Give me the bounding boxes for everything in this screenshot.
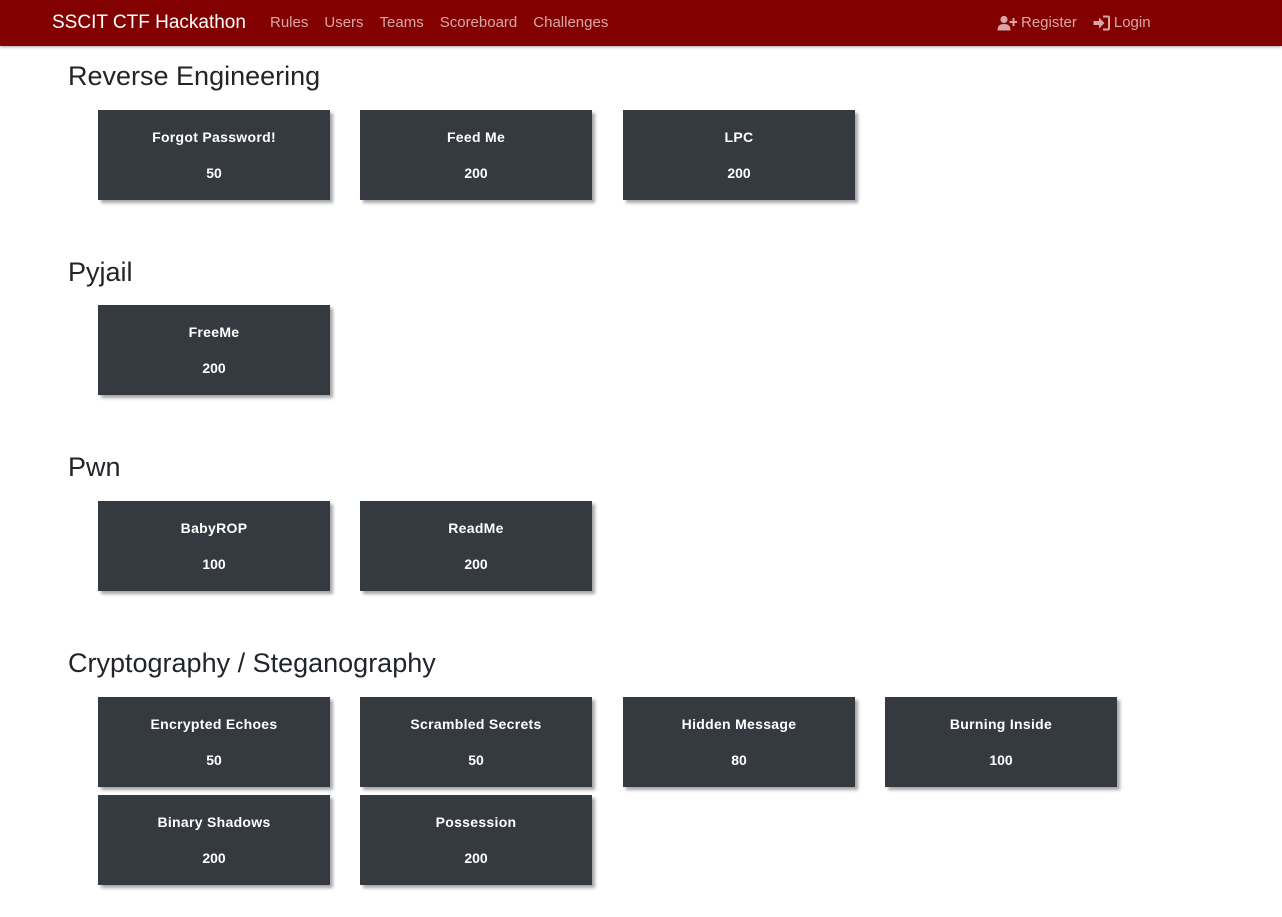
challenge-card[interactable]: ReadMe 200	[360, 501, 592, 591]
nav-link-users[interactable]: Users	[324, 14, 363, 31]
brand-link[interactable]: SSCIT CTF Hackathon	[52, 12, 246, 34]
challenge-name: Forgot Password!	[152, 129, 276, 145]
challenge-value: 100	[202, 556, 226, 572]
challenge-card[interactable]: FreeMe 200	[98, 305, 330, 395]
challenge-name: Hidden Message	[681, 716, 797, 732]
challenge-value: 200	[202, 360, 226, 376]
challenge-name: Burning Inside	[949, 716, 1053, 732]
challenge-value: 200	[464, 165, 488, 181]
sign-in-icon	[1093, 15, 1110, 31]
challenge-name: FreeMe	[188, 324, 240, 340]
category-title: Pwn	[68, 452, 121, 482]
register-link[interactable]: Register	[997, 14, 1077, 31]
register-label: Register	[1021, 14, 1077, 31]
challenge-name: ReadMe	[448, 520, 504, 536]
challenge-name: Binary Shadows	[157, 814, 271, 830]
challenge-value: 100	[989, 752, 1013, 768]
nav-link-scoreboard[interactable]: Scoreboard	[440, 14, 518, 31]
user-plus-icon	[997, 15, 1017, 31]
login-label: Login	[1113, 14, 1151, 31]
challenge-value: 50	[206, 752, 222, 768]
nav-link-teams[interactable]: Teams	[380, 14, 424, 31]
category-cryptography-steganography: Cryptography / Steganography Encrypted E…	[68, 647, 1117, 885]
category-title: Pyjail	[68, 257, 133, 287]
challenge-value: 50	[468, 752, 484, 768]
challenge-name: LPC	[724, 129, 754, 145]
challenge-name: Possession	[435, 814, 517, 830]
challenge-name: BabyROP	[180, 520, 248, 536]
challenge-value: 200	[727, 165, 751, 181]
category-reverse-engineering: Reverse Engineering Forgot Password! 50 …	[68, 60, 855, 200]
nav-auth-links: Register Login	[997, 14, 1151, 31]
challenge-name: Feed Me	[446, 129, 506, 145]
challenge-card[interactable]: Encrypted Echoes 50	[98, 697, 330, 787]
challenge-card[interactable]: Feed Me 200	[360, 110, 592, 200]
category-pyjail: Pyjail FreeMe 200	[68, 256, 330, 395]
challenge-value: 200	[202, 850, 226, 866]
nav-link-challenges[interactable]: Challenges	[533, 14, 608, 31]
challenge-card[interactable]: Scrambled Secrets 50	[360, 697, 592, 787]
login-link[interactable]: Login	[1093, 14, 1151, 31]
challenge-card[interactable]: Hidden Message 80	[623, 697, 855, 787]
challenge-name: Scrambled Secrets	[410, 716, 542, 732]
challenge-card[interactable]: Possession 200	[360, 795, 592, 885]
category-title: Reverse Engineering	[68, 61, 321, 91]
challenge-card[interactable]: Burning Inside 100	[885, 697, 1117, 787]
challenge-card[interactable]: Forgot Password! 50	[98, 110, 330, 200]
top-navbar: SSCIT CTF Hackathon Rules Users Teams Sc…	[0, 0, 1282, 46]
challenge-value: 200	[464, 556, 488, 572]
challenge-card[interactable]: Binary Shadows 200	[98, 795, 330, 885]
nav-link-rules[interactable]: Rules	[270, 14, 308, 31]
challenge-value: 80	[731, 752, 747, 768]
challenge-value: 50	[206, 165, 222, 181]
nav-links: Rules Users Teams Scoreboard Challenges	[270, 14, 608, 31]
challenge-name: Encrypted Echoes	[150, 716, 278, 732]
category-title: Cryptography / Steganography	[68, 648, 436, 678]
challenge-value: 200	[464, 850, 488, 866]
category-pwn: Pwn BabyROP 100 ReadMe 200	[68, 451, 592, 591]
challenge-card[interactable]: BabyROP 100	[98, 501, 330, 591]
challenge-card[interactable]: LPC 200	[623, 110, 855, 200]
